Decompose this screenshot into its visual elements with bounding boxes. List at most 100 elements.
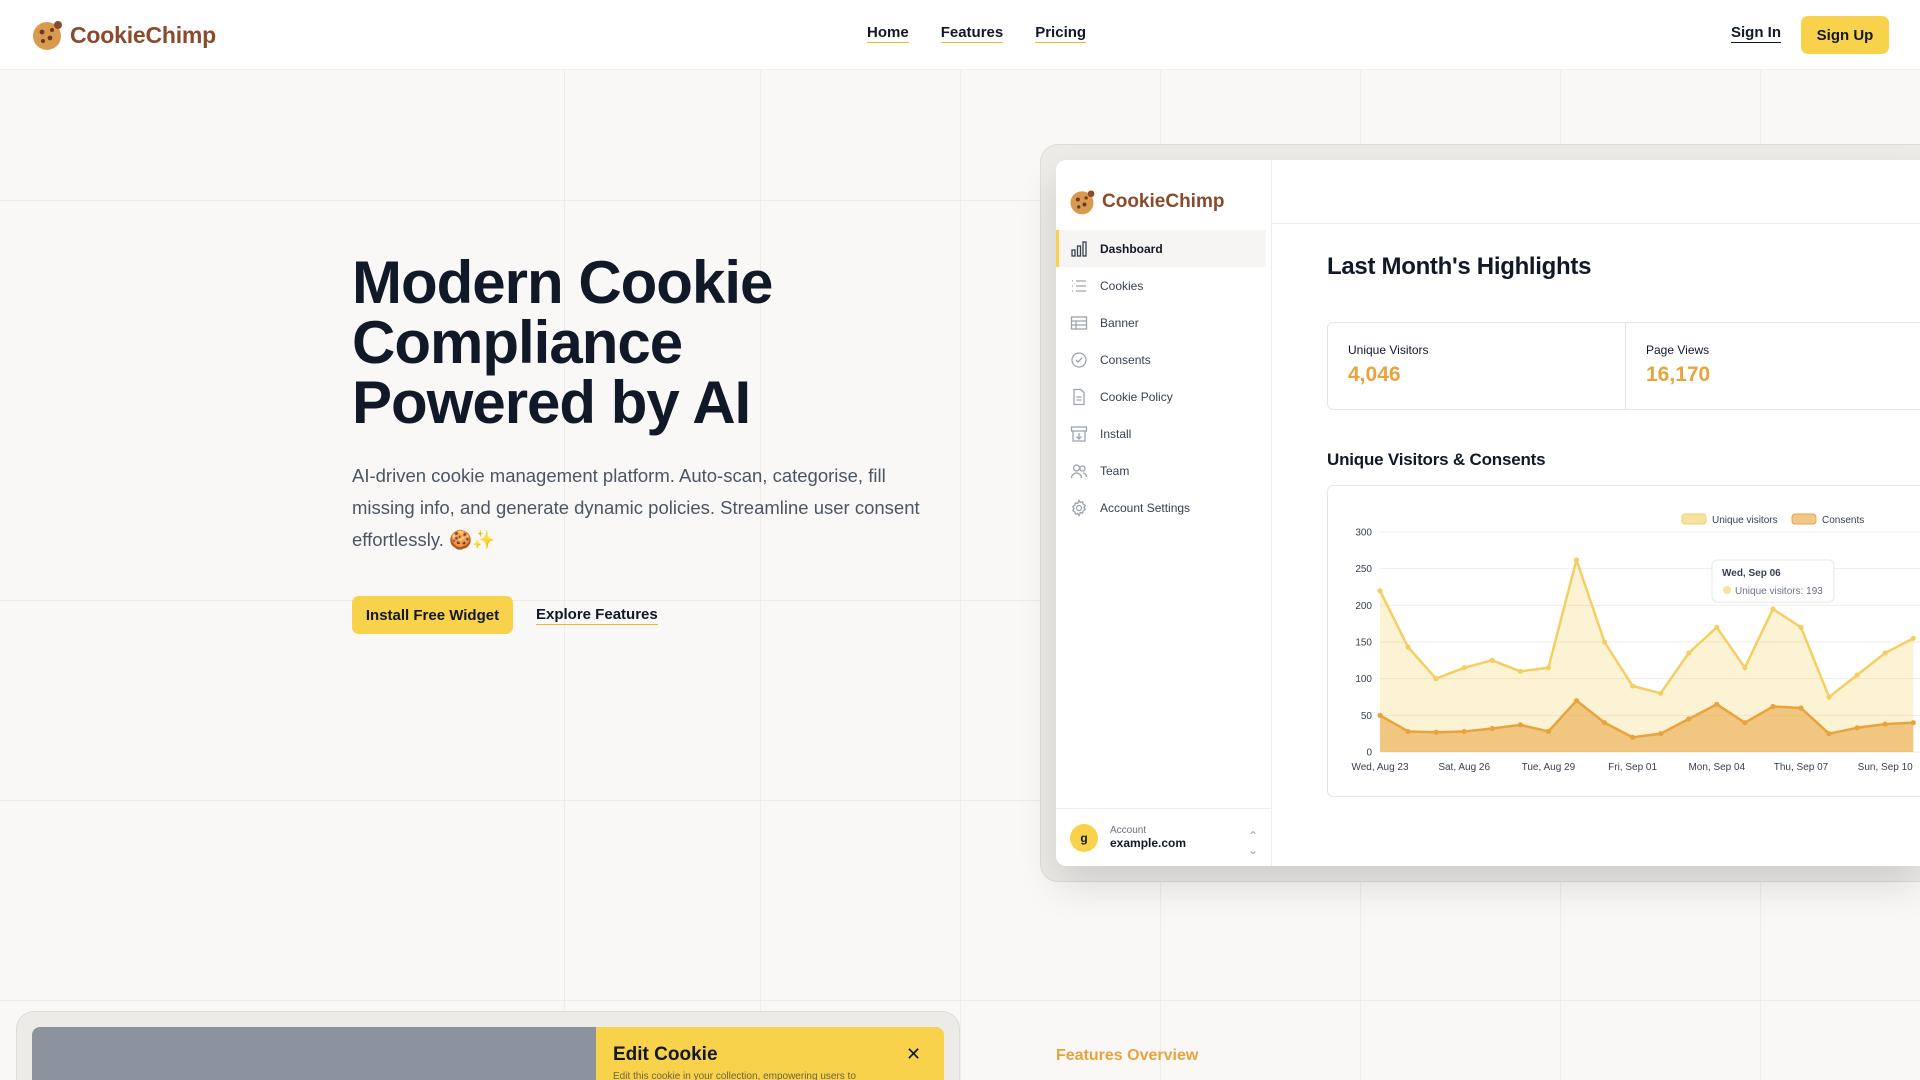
app-logo-text: CookieChimp: [1102, 191, 1225, 212]
sidebar-item-cookies[interactable]: Cookies: [1056, 267, 1266, 304]
close-icon[interactable]: ✕: [906, 1044, 921, 1065]
data-point: [1714, 624, 1720, 630]
stats-row: Unique Visitors 4,046 Page Views 16,170: [1327, 322, 1920, 410]
edit-cookie-subtitle: Edit this cookie in your collection, emp…: [613, 1071, 856, 1080]
highlights-title: Last Month's Highlights: [1327, 253, 1592, 280]
data-point: [1770, 703, 1776, 710]
chart-title: Unique Visitors & Consents: [1327, 450, 1546, 469]
table-icon: [1070, 314, 1088, 332]
data-point: [1826, 731, 1832, 737]
sign-in-link[interactable]: Sign In: [1731, 24, 1781, 43]
data-point: [1770, 606, 1776, 612]
stat-unique-visitors: Unique Visitors 4,046: [1328, 323, 1626, 409]
install-widget-button[interactable]: Install Free Widget: [352, 596, 513, 634]
y-tick-label: 0: [1366, 748, 1372, 759]
tooltip-text: Unique visitors: 193: [1735, 586, 1823, 597]
data-point: [1461, 728, 1467, 735]
sidebar-item-install[interactable]: Install: [1056, 415, 1266, 452]
data-point: [1630, 734, 1636, 740]
features-overview-heading: Features Overview: [1056, 1047, 1199, 1064]
stat-value: 4,046: [1348, 363, 1401, 386]
x-tick-label: Fri, Sep 01: [1608, 762, 1657, 773]
sidebar-item-label: Cookie Policy: [1100, 389, 1173, 404]
x-tick-label: Thu, Sep 07: [1774, 762, 1829, 773]
data-point: [1658, 690, 1664, 696]
y-tick-label: 250: [1355, 564, 1372, 575]
file-icon: [1070, 388, 1088, 406]
legend-swatch: [1791, 513, 1817, 525]
data-point: [1433, 729, 1439, 735]
nav-features[interactable]: Features: [940, 24, 1004, 43]
cookie-logo-icon: [33, 21, 62, 50]
avatar: g: [1070, 823, 1098, 852]
data-point: [1601, 720, 1608, 726]
data-point: [1882, 650, 1888, 656]
y-tick-label: 150: [1355, 638, 1372, 649]
account-value: example.com: [1110, 836, 1187, 850]
data-point: [1742, 720, 1748, 726]
data-point: [1714, 701, 1720, 707]
explore-features-link[interactable]: Explore Features: [536, 606, 658, 625]
sidebar-item-cookie-policy[interactable]: Cookie Policy: [1056, 378, 1266, 415]
sidebar-item-label: Consents: [1100, 352, 1151, 367]
legend-label: Unique visitors: [1712, 515, 1778, 526]
data-point: [1573, 698, 1580, 704]
x-tick-label: Tue, Aug 29: [1522, 762, 1576, 773]
sidebar-item-label: Cookies: [1100, 278, 1144, 293]
sign-up-button[interactable]: Sign Up: [1801, 16, 1889, 54]
data-point: [1461, 665, 1467, 671]
data-point: [1630, 683, 1636, 689]
hero-title-line-1: Modern Cookie: [352, 249, 773, 316]
account-label: Account: [1110, 825, 1147, 836]
x-tick-label: Mon, Sep 04: [1688, 762, 1745, 773]
sidebar-item-consents[interactable]: Consents: [1056, 341, 1266, 378]
data-point: [1433, 676, 1439, 682]
data-point: [1517, 668, 1523, 674]
hero-title-line-2: Compliance: [352, 309, 683, 376]
bottom-preview-backdrop: [32, 1027, 596, 1080]
data-point: [1854, 725, 1860, 731]
sidebar-nav: Dashboard Cookies Banner Consents Cookie…: [1056, 230, 1266, 526]
data-point: [1517, 722, 1523, 728]
stat-label: Page Views: [1646, 343, 1710, 357]
legend-swatch: [1681, 513, 1707, 525]
x-tick-label: Sun, Sep 10: [1858, 762, 1913, 773]
check-circle-icon: [1070, 351, 1088, 369]
data-point: [1377, 588, 1383, 594]
account-switcher[interactable]: g Account example.com ⌃ ⌄: [1056, 808, 1272, 866]
y-tick-label: 100: [1355, 674, 1372, 685]
sidebar-item-team[interactable]: Team: [1056, 452, 1266, 489]
archive-download-icon: [1070, 425, 1088, 443]
tooltip-date: Wed, Sep 06: [1722, 568, 1781, 579]
data-point: [1405, 728, 1411, 735]
sidebar-item-dashboard[interactable]: Dashboard: [1056, 230, 1266, 267]
sidebar-item-label: Team: [1100, 463, 1130, 478]
app-logo[interactable]: CookieChimp: [1068, 188, 1224, 216]
sidebar-item-banner[interactable]: Banner: [1056, 304, 1266, 341]
cookie-logo-icon: [1070, 190, 1095, 215]
data-point: [1573, 557, 1580, 563]
nav-pricing[interactable]: Pricing: [1035, 24, 1087, 43]
stat-page-views: Page Views 16,170: [1626, 323, 1920, 409]
sidebar-item-label: Account Settings: [1100, 500, 1191, 515]
data-point: [1489, 725, 1495, 732]
gear-icon: [1070, 498, 1088, 517]
data-point: [1882, 721, 1888, 727]
list-icon: [1070, 277, 1088, 295]
data-point: [1798, 624, 1804, 630]
tooltip-swatch: [1723, 586, 1731, 594]
data-point: [1798, 705, 1804, 711]
data-point: [1742, 665, 1748, 671]
logo[interactable]: CookieChimp: [30, 18, 216, 52]
data-point: [1377, 712, 1383, 718]
data-point: [1854, 672, 1860, 678]
legend-label: Consents: [1822, 515, 1864, 526]
data-point: [1545, 665, 1551, 671]
chevron-up-down-icon: ⌃ ⌄: [1247, 829, 1258, 857]
nav-home[interactable]: Home: [867, 24, 909, 43]
stat-label: Unique Visitors: [1348, 343, 1429, 357]
bar-chart-icon: [1070, 240, 1088, 258]
sidebar-item-account-settings[interactable]: Account Settings: [1056, 489, 1266, 526]
sidebar-item-label: Banner: [1100, 315, 1139, 330]
sidebar-item-label: Dashboard: [1100, 241, 1163, 256]
